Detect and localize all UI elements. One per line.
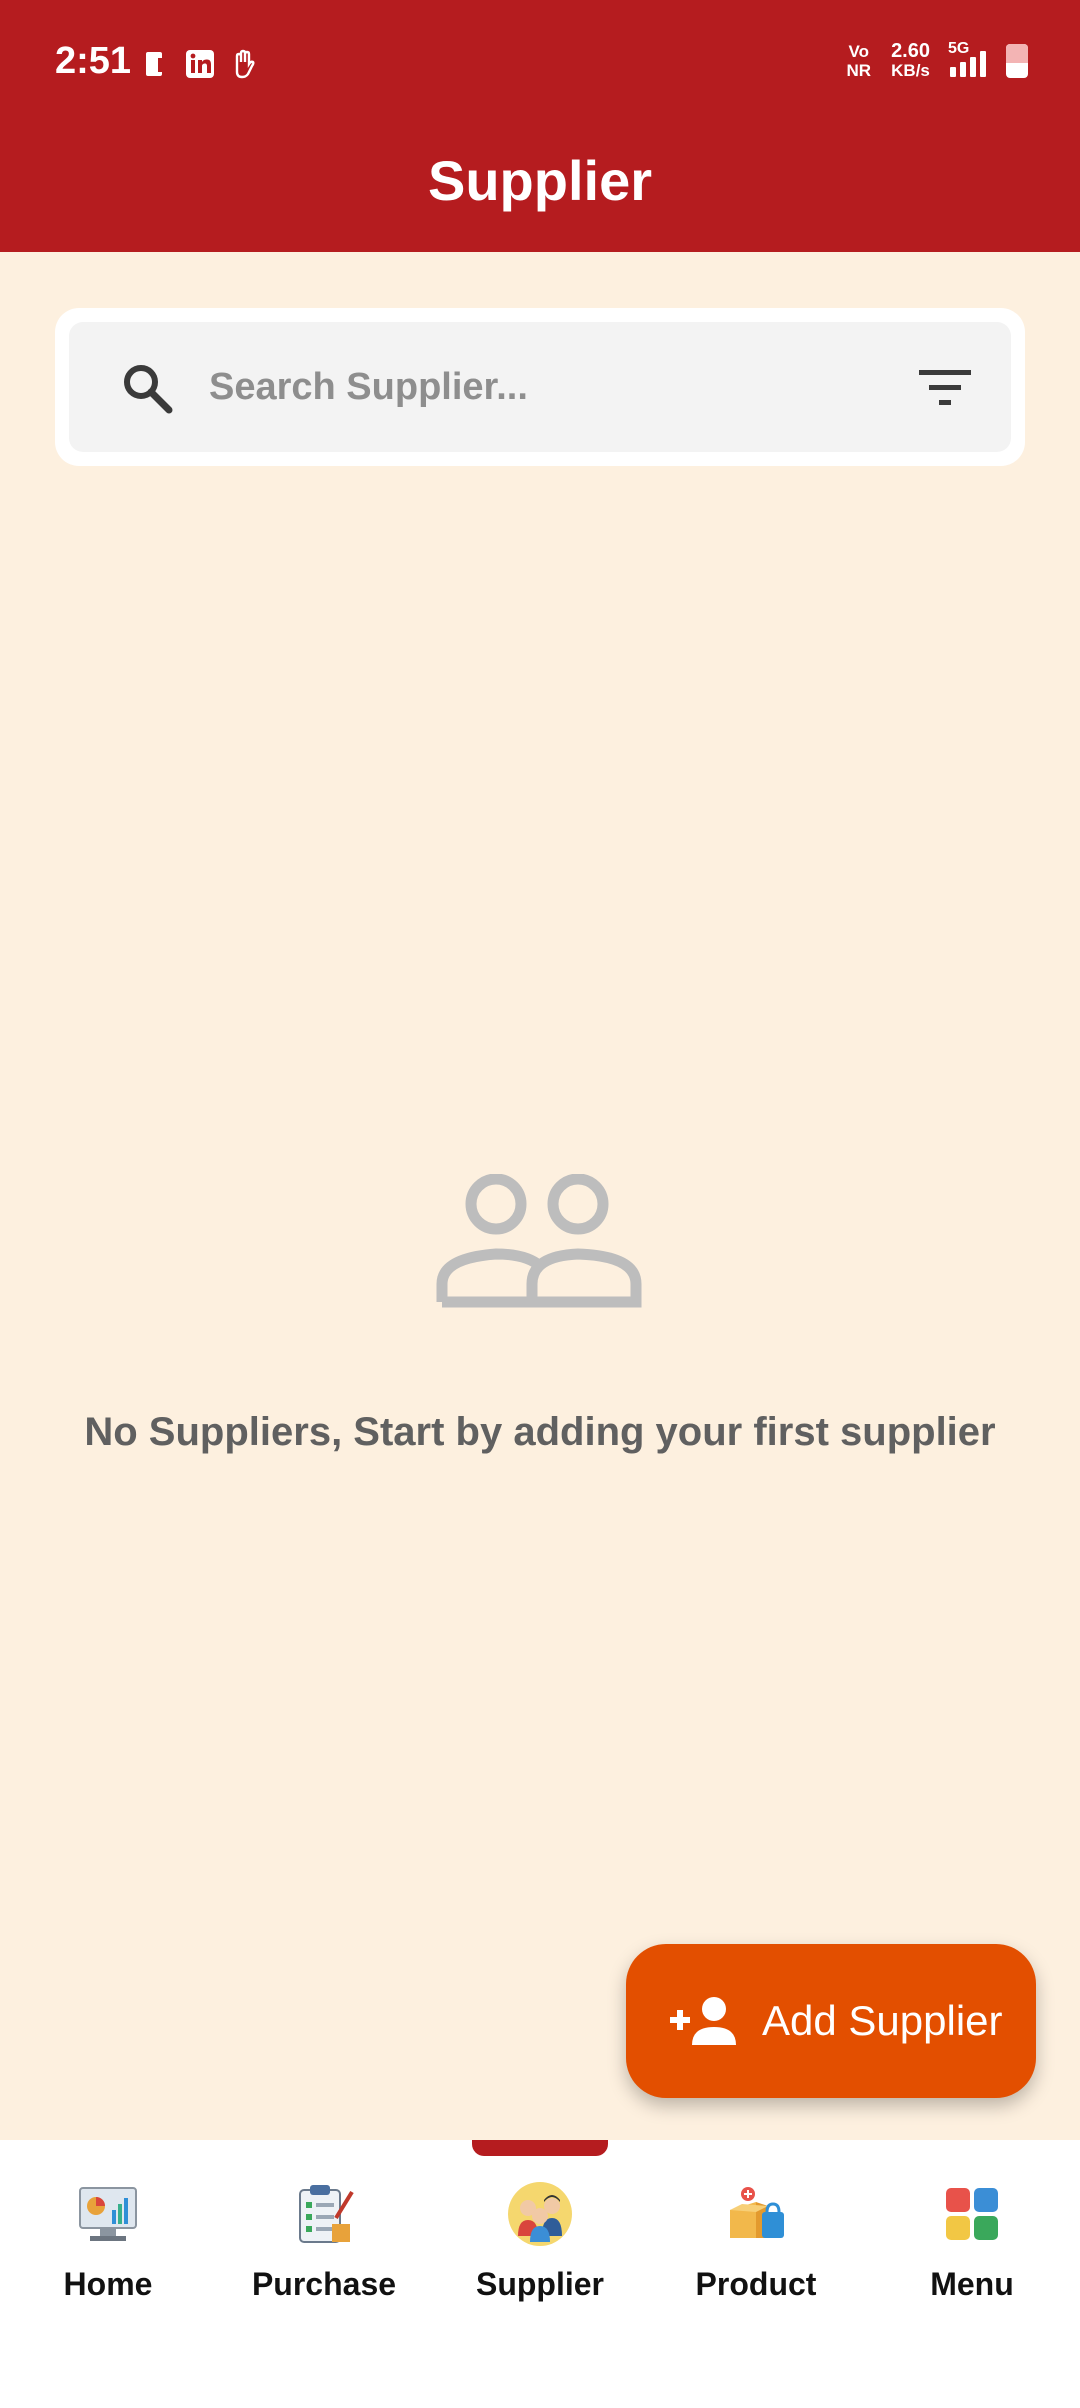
network-speed: 2.60 KB/s [891, 40, 930, 80]
add-supplier-label: Add Supplier [762, 1997, 1003, 2044]
search-input[interactable] [209, 352, 849, 422]
add-supplier-button[interactable]: Add Supplier [626, 1944, 1036, 2098]
nav-label-product: Product [695, 2266, 817, 2302]
bottom-navigation: Home Purchase Supplier Product Menu [0, 2140, 1080, 2408]
menu-grid-icon [946, 2188, 998, 2240]
purchase-clipboard-icon [299, 2185, 354, 2243]
nav-item-home[interactable]: Home [0, 2180, 216, 2340]
supplier-people-icon [508, 2182, 572, 2246]
signal-icon: 5G [948, 40, 986, 77]
page-title: Supplier [427, 149, 653, 212]
nav-label-home: Home [63, 2266, 153, 2302]
volte-indicator: Vo NR [846, 42, 872, 80]
search-bar[interactable] [69, 322, 1011, 452]
nav-item-purchase[interactable]: Purchase [216, 2180, 432, 2340]
nav-label-purchase: Purchase [251, 2266, 397, 2302]
search-container [55, 308, 1025, 466]
empty-state-message: No Suppliers, Start by adding your first… [84, 1410, 996, 1454]
battery-icon [1006, 44, 1028, 78]
add-person-icon [670, 1997, 736, 2045]
empty-suppliers-icon [436, 1174, 642, 1308]
nav-label-menu: Menu [930, 2266, 1014, 2302]
status-right-cluster: Vo NR 2.60 KB/s 5G [846, 40, 1028, 80]
phone-icon [146, 52, 166, 76]
search-icon[interactable] [119, 360, 175, 416]
hand-wave-icon [235, 49, 255, 79]
filter-icon[interactable] [917, 366, 973, 410]
product-box-icon [730, 2187, 784, 2238]
status-bar: 2:51 Vo NR 2.60 KB/s 5G [0, 0, 1080, 120]
nav-item-supplier[interactable]: Supplier [432, 2180, 648, 2340]
nav-item-menu[interactable]: Menu [864, 2180, 1080, 2340]
status-time: 2:51 [55, 40, 132, 82]
app-header: 2:51 Vo NR 2.60 KB/s 5G Supplier [0, 0, 1080, 252]
linkedin-icon [186, 50, 214, 78]
nav-label-supplier: Supplier [475, 2266, 604, 2302]
home-dashboard-icon [79, 2187, 137, 2241]
active-tab-indicator [472, 2140, 608, 2156]
nav-item-product[interactable]: Product [648, 2180, 864, 2340]
notification-icons [140, 48, 260, 80]
